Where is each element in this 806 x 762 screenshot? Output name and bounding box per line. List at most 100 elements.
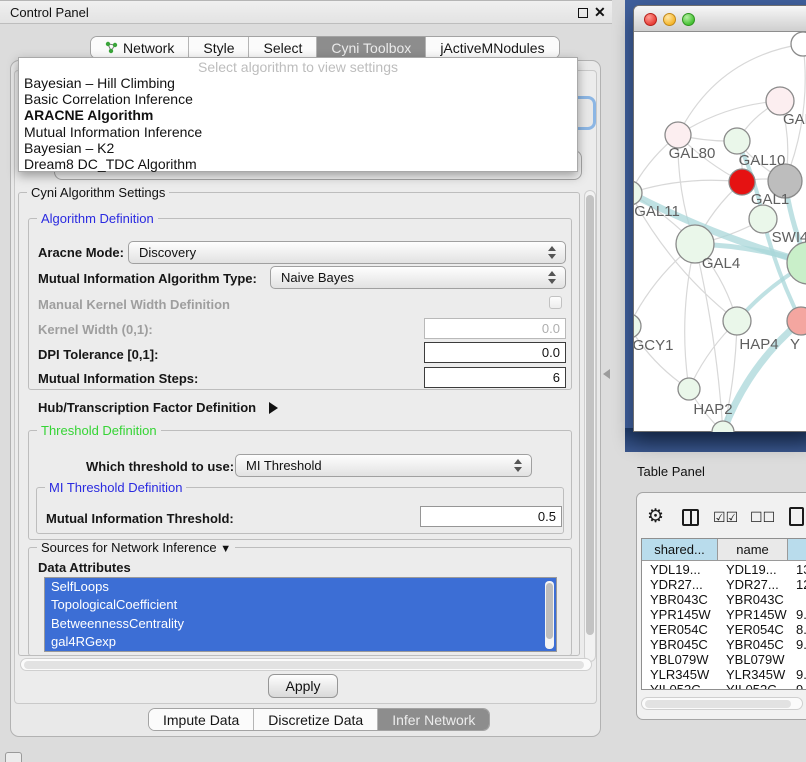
tab-impute-data-label: Impute Data — [163, 712, 239, 728]
float-window-icon[interactable] — [578, 8, 588, 18]
network-node-label: Y — [790, 336, 800, 353]
which-threshold-label: Which threshold to use: — [86, 459, 234, 474]
table-cell[interactable]: YLR345W — [646, 667, 716, 682]
tab-network[interactable]: Network — [91, 37, 188, 58]
network-node[interactable] — [791, 32, 806, 56]
network-node[interactable] — [723, 307, 751, 335]
manual-kernel-label: Manual Kernel Width Definition — [38, 297, 230, 312]
cyni-algorithm-settings-legend: Cyni Algorithm Settings — [27, 185, 169, 200]
dropdown-item-bayesian-k2[interactable]: Bayesian – K2 — [19, 140, 577, 156]
table-cell[interactable]: YPR145W — [646, 607, 716, 622]
tab-impute-data[interactable]: Impute Data — [149, 709, 253, 730]
mi-steps-field[interactable]: 6 — [424, 367, 566, 388]
table-cell[interactable]: 12 — [792, 577, 806, 592]
table-cell[interactable]: YBR043C — [722, 592, 788, 607]
node-table[interactable]: shared... name YDL19... YDL19... 13 YDR27..… — [641, 538, 806, 690]
tab-infer-network-label: Infer Network — [392, 712, 475, 728]
list-item-selfloops[interactable]: SelfLoops — [45, 578, 556, 596]
table-cell[interactable]: 9. — [792, 637, 806, 652]
aracne-mode-value: Discovery — [139, 245, 196, 260]
mi-threshold-field[interactable]: 0.5 — [420, 506, 562, 527]
apply-button[interactable]: Apply — [268, 674, 338, 698]
minimize-traffic-light-icon[interactable] — [663, 13, 676, 26]
deselect-all-checkboxes-icon[interactable]: ☐☐ — [750, 509, 775, 526]
list-vertical-scrollbar[interactable] — [545, 581, 554, 649]
table-cell[interactable] — [792, 652, 806, 667]
table-cell[interactable]: YIL052C — [722, 682, 788, 690]
kernel-width-label: Kernel Width (0,1): — [38, 322, 153, 337]
network-window-titlebar[interactable] — [634, 6, 806, 32]
list-item-topologicalcoefficient[interactable]: TopologicalCoefficient — [45, 596, 556, 614]
list-item-gal4rgexp[interactable]: gal4RGexp — [45, 633, 556, 651]
network-node[interactable] — [712, 421, 734, 432]
list-item-betweennesscentrality[interactable]: BetweennessCentrality — [45, 615, 556, 633]
table-cell[interactable]: YIL052C — [646, 682, 716, 690]
table-horizontal-scrollbar[interactable] — [641, 697, 803, 710]
network-edge[interactable] — [634, 180, 742, 193]
dropdown-item-aracne[interactable]: ARACNE Algorithm — [19, 107, 577, 123]
gear-icon[interactable]: ⚙ — [647, 505, 664, 528]
hub-definition-toggle[interactable]: Hub/Transcription Factor Definition — [38, 399, 278, 417]
table-cell[interactable]: YDL19... — [722, 562, 788, 577]
column-header-name[interactable]: name — [718, 539, 788, 561]
dropdown-item-bayesian-hill-climbing[interactable]: Bayesian – Hill Climbing — [19, 75, 577, 91]
tab-cyni-toolbox[interactable]: Cyni Toolbox — [316, 37, 425, 58]
network-canvas[interactable]: GALGAL80GAL10GAL1GAL11SWI4GAL4GCY1HAP4YH… — [634, 32, 806, 432]
table-cell[interactable]: YBR043C — [646, 592, 716, 607]
table-cell[interactable]: YDR27... — [646, 577, 716, 592]
table-cell[interactable] — [792, 592, 806, 607]
network-node[interactable] — [634, 314, 641, 338]
table-cell[interactable]: YDL19... — [646, 562, 716, 577]
table-cell[interactable]: 8. — [792, 622, 806, 637]
columns-icon[interactable] — [682, 509, 699, 526]
tab-style[interactable]: Style — [188, 37, 248, 58]
tab-discretize-data[interactable]: Discretize Data — [253, 709, 377, 730]
settings-horizontal-scrollbar[interactable] — [20, 658, 592, 671]
table-cell[interactable]: YER054C — [646, 622, 716, 637]
mi-type-select[interactable]: Naive Bayes — [270, 266, 566, 289]
column-header-shared-name[interactable]: shared... — [642, 539, 718, 561]
network-node[interactable] — [678, 378, 700, 400]
table-cell[interactable]: 9. — [792, 682, 806, 690]
minimized-panel-icon[interactable] — [5, 752, 22, 762]
table-cell[interactable]: YDR27... — [722, 577, 788, 592]
network-node[interactable] — [787, 242, 806, 284]
sources-legend[interactable]: Sources for Network Inference ▼ — [37, 540, 235, 555]
zoom-traffic-light-icon[interactable] — [682, 13, 695, 26]
table-cell[interactable]: 9. — [792, 667, 806, 682]
table-cell[interactable]: YLR345W — [722, 667, 788, 682]
tab-jactivemnodules[interactable]: jActiveMNodules — [425, 37, 558, 58]
table-cell[interactable]: YBL079W — [722, 652, 788, 667]
panel-divider-handle[interactable] — [603, 369, 610, 379]
aracne-mode-select[interactable]: Discovery — [128, 241, 566, 264]
table-cell[interactable]: YPR145W — [722, 607, 788, 622]
export-table-icon[interactable] — [789, 507, 804, 526]
dropdown-item-basic-correlation[interactable]: Basic Correlation Inference — [19, 91, 577, 107]
network-edge[interactable] — [685, 244, 695, 389]
table-cell[interactable]: 13 — [792, 562, 806, 577]
column-header-cut[interactable] — [788, 539, 806, 561]
close-traffic-light-icon[interactable] — [644, 13, 657, 26]
manual-kernel-checkbox[interactable] — [549, 296, 562, 309]
kernel-width-field[interactable]: 0.0 — [424, 318, 566, 339]
settings-vertical-scrollbar[interactable] — [584, 190, 596, 662]
table-cell[interactable]: YBR045C — [722, 637, 788, 652]
dropdown-item-dream8[interactable]: Dream8 DC_TDC Algorithm — [19, 156, 577, 172]
which-threshold-select[interactable]: MI Threshold — [235, 454, 532, 477]
dropdown-item-mutual-information[interactable]: Mutual Information Inference — [19, 124, 577, 140]
table-cell[interactable]: YBL079W — [646, 652, 716, 667]
network-edge[interactable] — [634, 326, 689, 389]
data-attributes-list[interactable]: SelfLoops TopologicalCoefficient Between… — [44, 577, 557, 652]
network-node[interactable] — [724, 128, 750, 154]
tab-select[interactable]: Select — [248, 37, 316, 58]
top-tab-bar: Network Style Select Cyni Toolbox jActiv… — [90, 36, 560, 59]
network-node-label: GAL11 — [634, 203, 680, 220]
select-all-checkboxes-icon[interactable]: ☑☑ — [713, 509, 738, 526]
tab-infer-network[interactable]: Infer Network — [377, 709, 489, 730]
network-edge[interactable] — [678, 101, 780, 135]
table-cell[interactable]: YBR045C — [646, 637, 716, 652]
close-icon[interactable]: ✕ — [594, 4, 606, 21]
table-cell[interactable]: YER054C — [722, 622, 788, 637]
table-cell[interactable]: 9. — [792, 607, 806, 622]
dpi-tolerance-field[interactable]: 0.0 — [424, 342, 566, 363]
